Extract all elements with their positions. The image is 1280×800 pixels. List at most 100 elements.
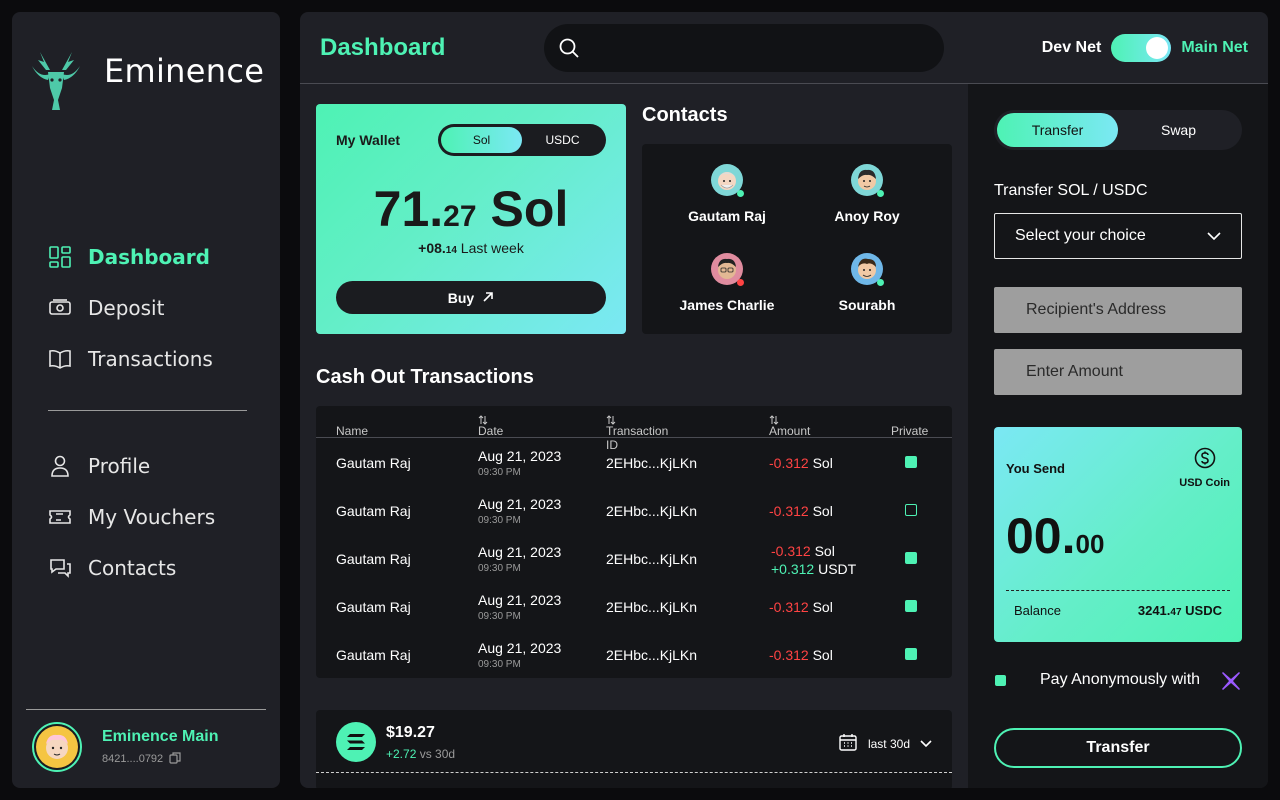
transfer-tabs: Transfer Swap xyxy=(994,110,1242,150)
search-icon xyxy=(558,37,580,64)
sidebar-item-deposit[interactable]: Deposit xyxy=(48,282,268,333)
contact-name: Sourabh xyxy=(838,297,896,313)
transactions-table: Name Date Transaction ID Amount Private … xyxy=(316,406,952,678)
avatar xyxy=(32,722,82,772)
table-row[interactable]: Gautam Raj Aug 21, 2023 09:30 PM 2EHbc...… xyxy=(316,486,952,534)
avatar xyxy=(851,164,884,197)
private-checkbox[interactable] xyxy=(905,456,917,468)
col-amount[interactable]: Amount xyxy=(769,415,810,438)
row-amount: -0.312 Sol xyxy=(769,647,833,663)
you-send-card: You Send USD Coin 00.00 Balance 3241.47 … xyxy=(994,427,1242,642)
private-checkbox[interactable] xyxy=(905,504,917,516)
table-row[interactable]: Gautam Raj Aug 21, 2023 09:30 PM 2EHbc...… xyxy=(316,630,952,678)
row-transaction-id: 2EHbc...KjLKn xyxy=(606,503,698,519)
wallet-title: My Wallet xyxy=(336,132,401,148)
account-divider xyxy=(26,709,266,710)
top-bar: Dashboard Dev Net Main Net xyxy=(300,12,1268,84)
row-date: Aug 21, 2023 09:30 PM xyxy=(478,640,562,670)
avatar xyxy=(851,253,884,286)
row-name: Gautam Raj xyxy=(336,551,411,567)
copy-icon[interactable] xyxy=(169,751,181,767)
range-label: last 30d xyxy=(867,736,910,751)
contacts-title: Contacts xyxy=(642,104,728,126)
sidebar-item-dashboard[interactable]: Dashboard xyxy=(48,231,268,282)
contact-item[interactable]: James Charlie xyxy=(652,253,802,313)
deer-logo-icon xyxy=(32,52,80,110)
anonymous-checkbox[interactable] xyxy=(995,675,1006,686)
sidebar-item-transactions[interactable]: Transactions xyxy=(48,333,268,384)
pay-anonymously: Pay Anonymously with xyxy=(994,670,1242,690)
secondary-nav: Profile My Vouchers Contacts xyxy=(48,440,268,593)
solana-icon xyxy=(336,722,376,762)
tab-transfer[interactable]: Transfer xyxy=(997,113,1118,147)
row-date: Aug 21, 2023 09:30 PM xyxy=(478,448,562,478)
nav-divider xyxy=(48,410,247,411)
send-amount: 00.00 xyxy=(1006,508,1105,564)
row-name: Gautam Raj xyxy=(336,455,411,471)
mainnet-label: Main Net xyxy=(1181,39,1248,56)
search-bar[interactable] xyxy=(544,24,944,72)
sidebar-item-profile[interactable]: Profile xyxy=(48,440,268,491)
you-send-label: You Send xyxy=(1006,461,1065,476)
account-switcher[interactable]: Eminence Main 8421....0792 xyxy=(32,722,218,772)
devnet-label: Dev Net xyxy=(1041,39,1102,56)
sidebar-item-label: Deposit xyxy=(88,295,165,320)
network-toggle[interactable] xyxy=(1111,34,1172,62)
contact-item[interactable]: Anoy Roy xyxy=(792,164,942,224)
logo xyxy=(30,48,82,114)
tab-swap[interactable]: Swap xyxy=(1118,113,1239,147)
amount-input[interactable] xyxy=(994,349,1242,395)
table-row[interactable]: Gautam Raj Aug 21, 2023 09:30 PM 2EHbc...… xyxy=(316,582,952,630)
transfer-panel: Transfer Swap Transfer SOL / USDC Select… xyxy=(968,84,1268,788)
search-input[interactable] xyxy=(594,24,934,72)
token-option-sol[interactable]: Sol xyxy=(441,127,522,153)
sidebar-item-label: Dashboard xyxy=(88,244,210,269)
row-name: Gautam Raj xyxy=(336,599,411,615)
transfer-button[interactable]: Transfer xyxy=(994,728,1242,768)
wallet-card: My Wallet Sol USDC 71.27 Sol +08.14 Last … xyxy=(316,104,626,334)
deposit-icon xyxy=(48,296,72,320)
sidebar-item-label: Profile xyxy=(88,453,151,478)
row-name: Gautam Raj xyxy=(336,503,411,519)
row-date: Aug 21, 2023 09:30 PM xyxy=(478,544,562,574)
contact-name: James Charlie xyxy=(679,297,775,313)
row-date: Aug 21, 2023 09:30 PM xyxy=(478,496,562,526)
avatar xyxy=(711,253,744,286)
col-date[interactable]: Date xyxy=(478,415,503,438)
anonymous-label: Pay Anonymously with xyxy=(1040,671,1201,688)
contact-name: Gautam Raj xyxy=(688,208,766,224)
table-row[interactable]: Gautam Raj Aug 21, 2023 09:30 PM 2EHbc...… xyxy=(316,438,952,486)
recipient-address-input[interactable] xyxy=(994,287,1242,333)
range-dropdown[interactable]: last 30d xyxy=(838,732,932,755)
dollar-coin-icon xyxy=(1194,447,1215,469)
buy-button[interactable]: Buy xyxy=(336,281,606,314)
balance-label: Balance xyxy=(1014,603,1061,618)
balance-value: 3241.47 USDC xyxy=(1137,603,1222,618)
user-icon xyxy=(48,454,72,478)
table-header: Name Date Transaction ID Amount Private xyxy=(316,406,952,452)
wallet-balance: 71.27 Sol xyxy=(373,181,569,237)
ticket-icon xyxy=(48,505,72,529)
col-transaction-id[interactable]: Transaction ID xyxy=(606,415,668,452)
row-transaction-id: 2EHbc...KjLKn xyxy=(606,647,698,663)
contact-item[interactable]: Gautam Raj xyxy=(652,164,802,224)
select-value: Select your choice xyxy=(1015,227,1146,244)
token-selector: Sol USDC xyxy=(438,124,606,156)
contact-item[interactable]: Sourabh xyxy=(792,253,942,313)
private-checkbox[interactable] xyxy=(905,600,917,612)
private-checkbox[interactable] xyxy=(905,552,917,564)
table-row[interactable]: Gautam Raj Aug 21, 2023 09:30 PM 2EHbc...… xyxy=(316,534,952,582)
choice-select[interactable]: Select your choice xyxy=(994,213,1242,259)
row-name: Gautam Raj xyxy=(336,647,411,663)
sidebar-item-label: Transactions xyxy=(88,346,213,371)
network-switch: Dev Net Main Net xyxy=(1042,34,1248,62)
token-option-usdc[interactable]: USDC xyxy=(522,127,603,153)
account-name: Eminence Main xyxy=(102,727,219,745)
coin-badge: USD Coin xyxy=(1179,447,1230,489)
private-checkbox[interactable] xyxy=(905,648,917,660)
brand-name: Eminence xyxy=(104,52,265,90)
sidebar-item-label: My Vouchers xyxy=(88,504,216,529)
contacts-list: Gautam Raj Anoy Roy James Charlie Sourab… xyxy=(642,144,952,334)
sidebar-item-contacts[interactable]: Contacts xyxy=(48,542,268,593)
sidebar-item-vouchers[interactable]: My Vouchers xyxy=(48,491,268,542)
